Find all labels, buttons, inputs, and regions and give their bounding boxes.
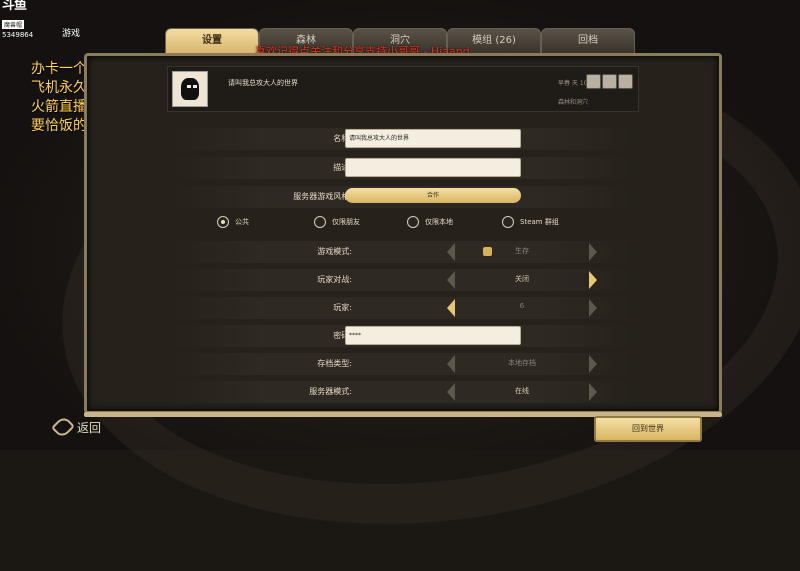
players-value: 6 — [519, 302, 525, 310]
logo-sub: 魔兽帽 — [2, 20, 25, 29]
players-next-arrow[interactable] — [589, 299, 597, 317]
character-icon — [602, 74, 617, 89]
name-input[interactable] — [345, 129, 521, 148]
game-mode-spinner: 生存 — [447, 242, 597, 262]
row-players: 玩家: 6 — [172, 297, 632, 319]
game-label: 游戏 — [62, 29, 81, 39]
save-type-prev-arrow[interactable] — [447, 355, 455, 373]
game-mode-prev-arrow[interactable] — [447, 243, 455, 261]
players-label: 玩家: — [333, 303, 352, 312]
save-type-value: 本地存档 — [508, 359, 536, 367]
radio-label: Steam 群组 — [520, 218, 559, 226]
password-input[interactable] — [345, 326, 521, 345]
server-style-button[interactable]: 合作 — [345, 188, 521, 203]
players-spinner: 6 — [447, 298, 597, 318]
radio-label: 公共 — [235, 218, 249, 226]
privacy-options: 公共 仅限朋友 仅限本地 Steam 群组 — [217, 214, 637, 234]
save-type-spinner: 本地存档 — [447, 354, 597, 374]
tab-rollback[interactable]: 回档 — [541, 28, 635, 53]
pvp-label: 玩家对战: — [317, 275, 352, 284]
character-avatar — [172, 71, 208, 107]
shard-info: 森林和洞穴 — [558, 99, 589, 106]
privacy-public-radio[interactable]: 公共 — [217, 216, 249, 228]
radio-dot — [217, 216, 229, 228]
row-password: 密码: — [172, 325, 632, 347]
server-mode-spinner: 在线 — [447, 382, 597, 402]
radio-dot — [314, 216, 326, 228]
row-save-type: 存档类型: 本地存档 — [172, 353, 632, 375]
avatar-eye — [193, 85, 197, 88]
server-mode-next-arrow[interactable] — [589, 383, 597, 401]
game-mode-next-arrow[interactable] — [589, 243, 597, 261]
server-mode-prev-arrow[interactable] — [447, 383, 455, 401]
server-mode-value: 在线 — [515, 387, 529, 395]
pvp-prev-arrow[interactable] — [447, 271, 455, 289]
game-mode-label: 游戏模式: — [317, 247, 352, 256]
pvp-spinner: 关闭 — [447, 270, 597, 290]
radio-label: 仅限朋友 — [332, 218, 360, 226]
description-input[interactable] — [345, 158, 521, 177]
row-server-mode: 服务器模式: 在线 — [172, 381, 632, 403]
row-name: 名称: — [172, 128, 632, 150]
row-description: 描述: — [172, 157, 632, 179]
privacy-steam-group-radio[interactable]: Steam 群组 — [502, 216, 559, 228]
room-id: 5349864 — [2, 31, 34, 39]
avatar-eye — [187, 85, 191, 88]
avatar-head — [181, 78, 199, 100]
save-type-next-arrow[interactable] — [589, 355, 597, 373]
privacy-local-radio[interactable]: 仅限本地 — [407, 216, 453, 228]
tab-settings[interactable]: 设置 — [165, 28, 259, 53]
back-button[interactable]: 返回 — [50, 414, 102, 440]
radio-dot — [407, 216, 419, 228]
back-label: 返回 — [77, 420, 102, 435]
game-mode-value: 生存 — [515, 247, 529, 255]
tools-icon — [618, 74, 633, 89]
row-server-style: 服务器游戏风格: 合作 — [172, 186, 632, 208]
back-icon — [50, 414, 76, 440]
return-to-world-button[interactable]: 回到世界 — [594, 416, 702, 442]
server-mode-label: 服务器模式: — [309, 387, 352, 396]
save-type-label: 存档类型: — [317, 359, 352, 368]
pvp-value: 关闭 — [515, 275, 529, 283]
radio-dot — [502, 216, 514, 228]
radio-label: 仅限本地 — [425, 218, 453, 226]
row-pvp: 玩家对战: 关闭 — [172, 269, 632, 291]
pvp-next-arrow[interactable] — [589, 271, 597, 289]
character-icon — [586, 74, 601, 89]
row-game-mode: 游戏模式: 生存 — [172, 241, 632, 263]
server-style-label: 服务器游戏风格: — [293, 192, 352, 201]
players-prev-arrow[interactable] — [447, 299, 455, 317]
privacy-friends-radio[interactable]: 仅限朋友 — [314, 216, 360, 228]
settings-panel: 请叫我总攻大人的世界 早春 天 106 森林和洞穴 名称: 描述: 服务器游戏风… — [84, 53, 722, 417]
logo-text: 斗鱼 — [2, 0, 27, 13]
world-name: 请叫我总攻大人的世界 — [228, 79, 298, 87]
world-header: 请叫我总攻大人的世界 早春 天 106 森林和洞穴 — [167, 66, 639, 112]
stream-logo: 斗鱼 魔兽帽 5349864 — [2, 0, 38, 39]
